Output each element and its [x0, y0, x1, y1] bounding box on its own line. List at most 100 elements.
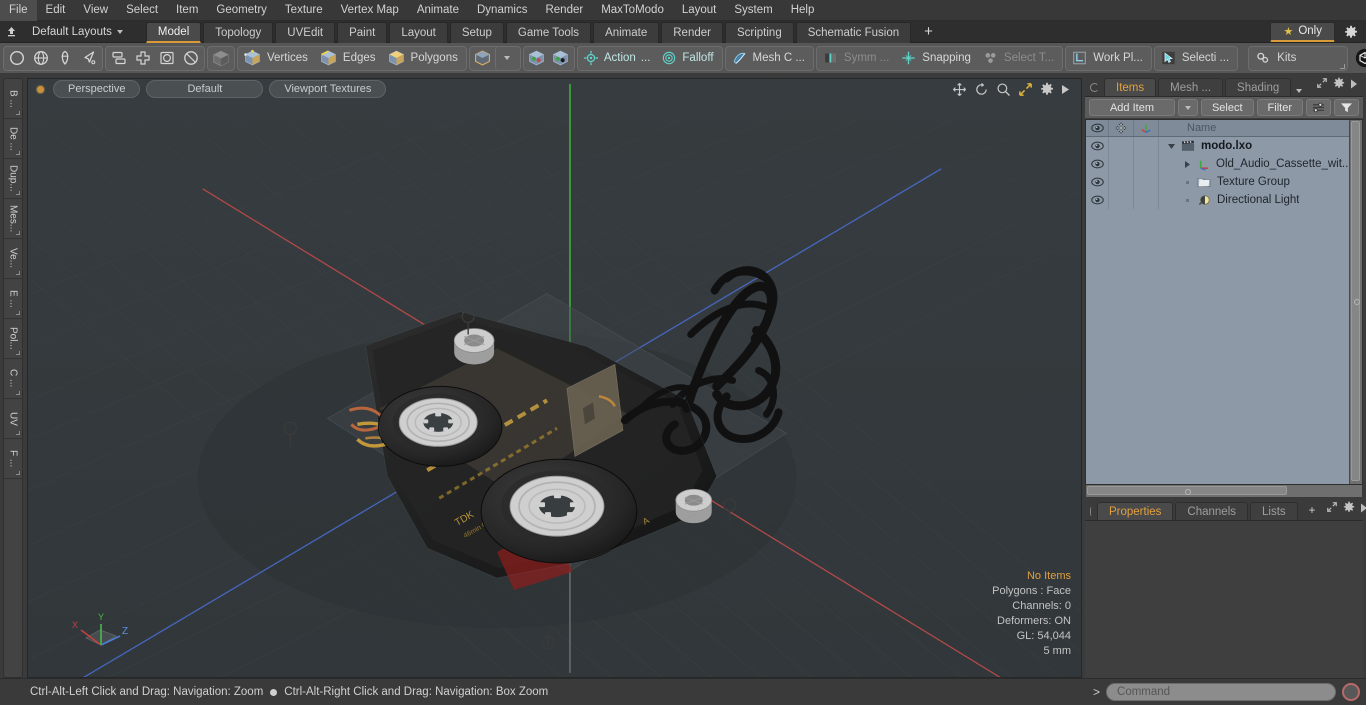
items-list-hscroll-thumb[interactable] [1087, 486, 1287, 495]
layout-tab-setup[interactable]: Setup [449, 21, 504, 43]
items-row-name-cell[interactable]: Old_Audio_Cassette_wit... [1159, 155, 1362, 173]
fit-icon[interactable] [1018, 82, 1033, 97]
add-item-dropdown[interactable] [1177, 99, 1198, 116]
panel-menu-icon[interactable] [1090, 507, 1092, 516]
tab-channels[interactable]: Channels [1175, 502, 1249, 520]
gear-icon[interactable] [1343, 500, 1355, 518]
expand-icon[interactable] [1326, 500, 1338, 518]
items-list-vscrollbar[interactable] [1349, 120, 1362, 484]
menu-item[interactable]: Item [167, 0, 207, 21]
axis-gizmo[interactable]: X Y Z [68, 608, 134, 659]
left-tool-tab-3[interactable]: Mes... [4, 199, 22, 239]
items-list-row[interactable]: Old_Audio_Cassette_wit... [1086, 155, 1362, 173]
play-arrow-icon[interactable] [1061, 84, 1070, 95]
items-row-name-cell[interactable]: modo.lxo [1159, 137, 1362, 155]
play-arrow-icon[interactable] [1350, 76, 1358, 94]
select-through-button[interactable]: Select T... [978, 47, 1061, 70]
expand-icon[interactable] [1316, 76, 1328, 94]
menu-render[interactable]: Render [536, 0, 592, 21]
chevron-down-icon[interactable] [494, 46, 519, 70]
twirl-down-icon[interactable] [1166, 142, 1177, 151]
menu-layout[interactable]: Layout [673, 0, 726, 21]
record-icon[interactable] [1342, 682, 1360, 701]
gear-icon[interactable] [1333, 76, 1345, 94]
selection-mode-button[interactable]: Selecti ... [1156, 47, 1236, 70]
layout-tab-game-tools[interactable]: Game Tools [505, 21, 592, 43]
menu-texture[interactable]: Texture [276, 0, 332, 21]
align-icon[interactable] [107, 47, 131, 70]
items-list-row[interactable]: modo.lxo [1086, 137, 1362, 155]
tab-shading[interactable]: Shading [1225, 78, 1292, 96]
falloff-button[interactable]: Falloff [657, 47, 720, 70]
menu-vertex-map[interactable]: Vertex Map [332, 0, 408, 21]
items-row-axis-cell[interactable] [1134, 173, 1159, 191]
menu-dynamics[interactable]: Dynamics [468, 0, 536, 21]
tab-properties[interactable]: Properties [1097, 502, 1174, 520]
items-list-hscrollbar[interactable] [1085, 485, 1363, 498]
eye-icon[interactable] [1086, 155, 1109, 173]
eye-icon[interactable] [1086, 137, 1109, 155]
layout-tab-schematic-fusion[interactable]: Schematic Fusion [795, 21, 912, 43]
square-in-square-icon[interactable] [155, 47, 179, 70]
viewport-preset-dropdown[interactable]: Default [146, 80, 264, 98]
add-item-button[interactable]: Add Item [1089, 99, 1175, 116]
viewport-view-mode-dropdown[interactable]: Perspective [53, 80, 141, 98]
funnel-icon[interactable] [1334, 99, 1359, 116]
menu-help[interactable]: Help [782, 0, 824, 21]
add-properties-tab-button[interactable]: + [1300, 502, 1325, 520]
items-row-axis-cell[interactable] [1134, 155, 1159, 173]
vertices-mode-button[interactable]: Vertices [239, 47, 315, 70]
left-tool-tab-2[interactable]: Dup... [4, 159, 22, 199]
move-lock-icon[interactable] [1109, 120, 1134, 136]
center-icon[interactable] [131, 47, 155, 70]
items-list[interactable]: Name modo.lxo Old_Audio_Cassette_wit... Te… [1085, 119, 1363, 485]
items-list-vscroll-thumb[interactable] [1351, 121, 1360, 481]
menu-file[interactable]: File [0, 0, 37, 21]
twirl-right-icon[interactable] [1182, 160, 1193, 169]
gear-icon[interactable] [1040, 82, 1054, 96]
left-tool-tab-1[interactable]: De ... [4, 119, 22, 159]
left-tool-tab-4[interactable]: Ve... [4, 239, 22, 279]
pan-icon[interactable] [952, 82, 967, 97]
items-list-row[interactable]: Directional Light [1086, 191, 1362, 209]
viewport-menu-dot[interactable] [37, 85, 44, 93]
rotate-icon[interactable] [974, 82, 989, 97]
layout-tab-topology[interactable]: Topology [203, 21, 274, 43]
left-tool-tab-6[interactable]: Pol... [4, 319, 22, 359]
only-toggle-button[interactable]: ★ Only [1270, 21, 1335, 42]
items-row-name-cell[interactable]: Texture Group [1159, 173, 1362, 191]
ellipse-icon[interactable] [179, 47, 203, 70]
viewport-shading-dropdown[interactable]: Viewport Textures [269, 80, 387, 98]
layout-tab-paint[interactable]: Paint [337, 21, 388, 43]
cursor-arrow-icon[interactable] [77, 47, 101, 70]
left-tool-tab-8[interactable]: UV [4, 399, 22, 439]
panel-menu-icon[interactable] [1090, 83, 1099, 92]
layout-tab-layout[interactable]: Layout [389, 21, 448, 43]
items-row-lock-cell[interactable] [1109, 155, 1134, 173]
left-tool-tab-7[interactable]: C ... [4, 359, 22, 399]
left-tool-tab-0[interactable]: B ... [4, 79, 22, 119]
tab-mesh[interactable]: Mesh ... [1158, 78, 1224, 96]
items-row-axis-cell[interactable] [1134, 137, 1159, 155]
home-up-icon[interactable] [0, 21, 22, 43]
menu-animate[interactable]: Animate [408, 0, 468, 21]
circle-icon[interactable] [5, 47, 29, 70]
gear-icon[interactable] [1340, 21, 1362, 43]
symmetry-button[interactable]: Symm ... [818, 47, 896, 70]
left-tool-tab-9[interactable]: F ... [4, 439, 22, 479]
list-settings-icon[interactable] [1306, 99, 1331, 116]
layout-tab-render[interactable]: Render [661, 21, 723, 43]
edges-mode-button[interactable]: Edges [315, 47, 383, 70]
3d-viewport[interactable]: TDK 46min C60 A Perspective Default View… [27, 78, 1082, 678]
select-button[interactable]: Select [1200, 99, 1254, 116]
left-tool-tab-5[interactable]: E ... [4, 279, 22, 319]
items-list-row[interactable]: Texture Group [1086, 173, 1362, 191]
cone-icon[interactable] [53, 47, 77, 70]
items-row-name-cell[interactable]: Directional Light [1159, 191, 1362, 209]
tab-lists[interactable]: Lists [1250, 502, 1298, 520]
modo-ball-icon[interactable] [1353, 47, 1366, 70]
menu-maxtomodo[interactable]: MaxToModo [592, 0, 673, 21]
cube-grey-icon[interactable] [209, 47, 233, 70]
menu-select[interactable]: Select [117, 0, 167, 21]
kits-button[interactable]: Kits [1250, 47, 1346, 70]
